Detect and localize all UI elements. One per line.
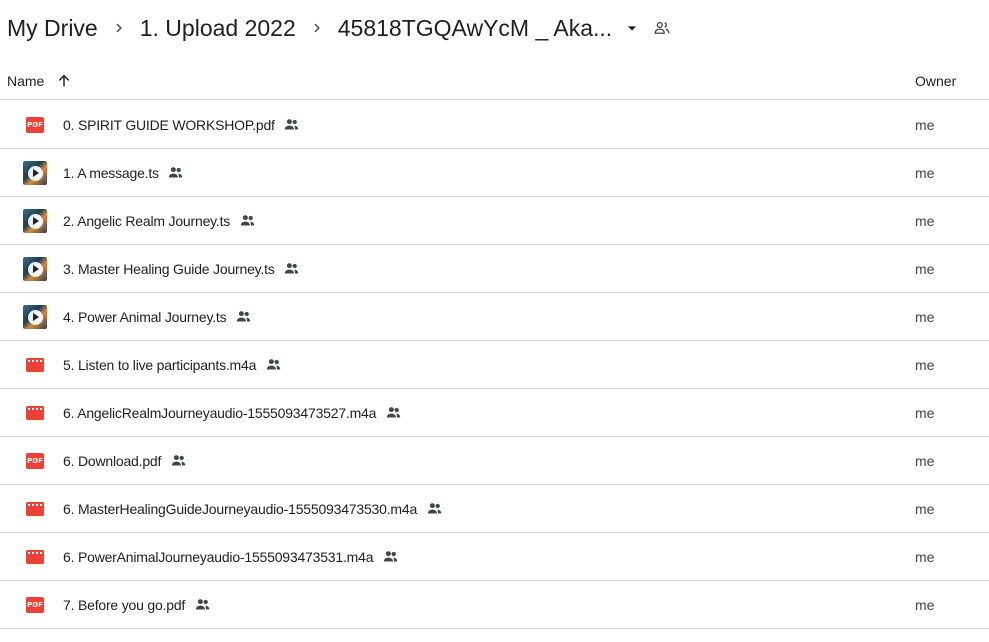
chevron-right-icon [104, 0, 134, 56]
file-name: 5. Listen to live participants.m4a [63, 356, 257, 373]
file-owner: me [915, 596, 935, 613]
file-list: PDF 0. SPIRIT GUIDE WORKSHOP.pdf me 1. A me… [0, 101, 989, 629]
file-owner: me [915, 308, 935, 325]
file-name-cell: 6. PowerAnimalJourneyaudio-1555093473531… [63, 533, 399, 580]
file-row[interactable]: 1. A message.ts me [0, 149, 989, 197]
shared-people-icon [238, 212, 256, 230]
shared-folder-icon[interactable] [652, 18, 672, 38]
shared-people-icon [234, 308, 252, 326]
file-row[interactable]: 6. PowerAnimalJourneyaudio-1555093473531… [0, 533, 989, 581]
file-row[interactable]: 5. Listen to live participants.m4a me [0, 341, 989, 389]
breadcrumb: My Drive 1. Upload 2022 45818TGQAwYcM _ … [0, 0, 989, 56]
chevron-right-icon [302, 0, 332, 56]
pdf-badge-label: PDF [26, 453, 44, 469]
file-name: 6. MasterHealingGuideJourneyaudio-155509… [63, 500, 418, 517]
file-row[interactable]: 6. MasterHealingGuideJourneyaudio-155509… [0, 485, 989, 533]
file-owner: me [915, 356, 935, 373]
arrow-upward-icon[interactable] [56, 73, 72, 89]
shared-people-icon [381, 548, 399, 566]
video-thumbnail-icon [23, 161, 47, 185]
shared-people-icon [167, 164, 185, 182]
video-thumbnail-icon [23, 209, 47, 233]
breadcrumb-my-drive[interactable]: My Drive [7, 15, 98, 42]
file-name: 6. Download.pdf [63, 452, 162, 469]
file-name-cell: 1. A message.ts [63, 149, 185, 196]
file-row[interactable]: 2. Angelic Realm Journey.ts me [0, 197, 989, 245]
shared-people-icon [169, 452, 187, 470]
file-name-cell: 0. SPIRIT GUIDE WORKSHOP.pdf [63, 101, 301, 148]
shared-people-icon [425, 500, 443, 518]
file-name-cell: 5. Listen to live participants.m4a [63, 341, 282, 388]
file-row[interactable]: PDF 7. Before you go.pdf me [0, 581, 989, 629]
shared-people-icon [384, 404, 402, 422]
file-name: 7. Before you go.pdf [63, 596, 186, 613]
file-owner: me [915, 500, 935, 517]
breadcrumb-current-folder[interactable]: 45818TGQAwYcM _ Aka... [338, 15, 642, 42]
shared-people-icon [264, 356, 282, 374]
file-owner: me [915, 116, 935, 133]
audio-file-icon [23, 401, 47, 425]
file-name: 0. SPIRIT GUIDE WORKSHOP.pdf [63, 116, 275, 133]
owner-column-header[interactable]: Owner [915, 73, 956, 89]
file-name: 6. PowerAnimalJourneyaudio-1555093473531… [63, 548, 374, 565]
file-name: 4. Power Animal Journey.ts [63, 308, 227, 325]
pdf-file-icon: PDF [23, 593, 47, 617]
file-name: 3. Master Healing Guide Journey.ts [63, 260, 275, 277]
file-row[interactable]: PDF 6. Download.pdf me [0, 437, 989, 485]
file-row[interactable]: PDF 0. SPIRIT GUIDE WORKSHOP.pdf me [0, 101, 989, 149]
pdf-file-icon: PDF [23, 113, 47, 137]
name-column-header[interactable]: Name [7, 73, 72, 89]
audio-file-icon [23, 353, 47, 377]
file-row[interactable]: 3. Master Healing Guide Journey.ts me [0, 245, 989, 293]
breadcrumb-current-label: 45818TGQAwYcM _ Aka... [337, 14, 613, 41]
file-name-cell: 2. Angelic Realm Journey.ts [63, 197, 256, 244]
file-name: 6. AngelicRealmJourneyaudio-155509347352… [63, 404, 377, 421]
file-owner: me [915, 548, 935, 565]
video-thumbnail-icon [23, 257, 47, 281]
name-column-label: Name [7, 72, 45, 89]
file-name-cell: 4. Power Animal Journey.ts [63, 293, 252, 340]
file-name: 2. Angelic Realm Journey.ts [63, 212, 231, 229]
audio-file-icon [23, 497, 47, 521]
pdf-badge-label: PDF [26, 597, 44, 613]
file-owner: me [915, 260, 935, 277]
shared-people-icon [283, 116, 301, 134]
file-owner: me [915, 164, 935, 181]
file-row[interactable]: 6. AngelicRealmJourneyaudio-155509347352… [0, 389, 989, 437]
audio-file-icon [23, 545, 47, 569]
shared-people-icon [193, 596, 211, 614]
file-name: 1. A message.ts [63, 164, 159, 181]
arrow-drop-down-icon[interactable] [622, 18, 642, 38]
file-owner: me [915, 404, 935, 421]
file-owner: me [915, 452, 935, 469]
file-owner: me [915, 212, 935, 229]
file-row[interactable]: 4. Power Animal Journey.ts me [0, 293, 989, 341]
file-name-cell: 7. Before you go.pdf [63, 581, 211, 628]
file-name-cell: 6. Download.pdf [63, 437, 187, 484]
file-list-header: Name Owner [0, 62, 989, 100]
pdf-badge-label: PDF [26, 117, 44, 133]
file-name-cell: 6. AngelicRealmJourneyaudio-155509347352… [63, 389, 402, 436]
breadcrumb-upload-2022[interactable]: 1. Upload 2022 [140, 15, 296, 42]
file-name-cell: 6. MasterHealingGuideJourneyaudio-155509… [63, 485, 443, 532]
pdf-file-icon: PDF [23, 449, 47, 473]
shared-people-icon [283, 260, 301, 278]
video-thumbnail-icon [23, 305, 47, 329]
file-name-cell: 3. Master Healing Guide Journey.ts [63, 245, 301, 292]
